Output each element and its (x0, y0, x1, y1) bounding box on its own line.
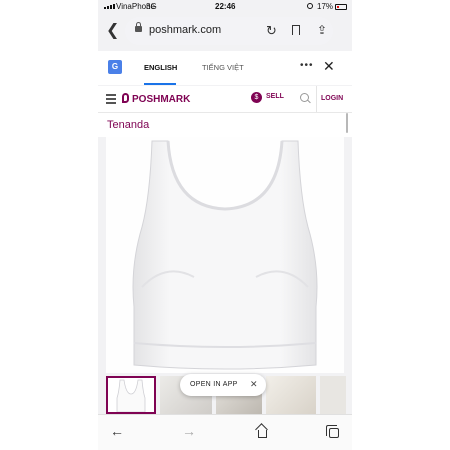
reload-icon[interactable]: ↻ (266, 23, 277, 39)
clock: 22:46 (215, 2, 236, 11)
scrollbar[interactable] (346, 113, 348, 133)
thumbnail-4[interactable] (266, 376, 316, 414)
signal-icon (104, 4, 115, 9)
translate-bar: G ENGLISH TIẾNG VIỆT ••• ✕ (98, 51, 352, 85)
tank-top-illustration (132, 140, 318, 370)
phone-screen: VinaPhone 3G 22:46 17% ❮ poshmark.com ↻ … (98, 0, 352, 450)
thumbnail-5[interactable] (320, 376, 346, 414)
share-icon[interactable]: ⇪ (317, 23, 327, 37)
bottom-toolbar: ← → (98, 414, 352, 450)
home-icon[interactable] (258, 430, 267, 438)
active-tab-indicator (144, 83, 176, 85)
poshmark-logo[interactable]: POSHMARK (122, 93, 190, 105)
logo-text: POSHMARK (132, 94, 191, 105)
more-icon[interactable]: ••• (300, 60, 314, 71)
bookmark-icon[interactable] (292, 25, 300, 35)
back-icon[interactable]: ❮ (106, 23, 119, 39)
site-header: POSHMARK $ SELL LOGIN (98, 86, 352, 113)
sell-button[interactable]: SELL (266, 93, 284, 100)
thumbnail-1[interactable] (106, 376, 156, 414)
tab-vietnamese[interactable]: TIẾNG VIỆT (202, 63, 244, 72)
status-bar: VinaPhone 3G 22:46 17% (98, 0, 352, 14)
address-bar: ❮ poshmark.com ↻ ⇪ (98, 17, 352, 45)
nav-forward-icon[interactable]: → (182, 423, 196, 439)
google-translate-icon: G (108, 60, 122, 74)
url-text: poshmark.com (149, 24, 222, 36)
listing-title: Tenanda (107, 119, 150, 131)
network-type: 3G (146, 2, 157, 11)
product-image[interactable] (106, 137, 344, 373)
open-in-app-banner[interactable]: OPEN IN APP ✕ (180, 374, 266, 396)
menu-icon[interactable] (106, 94, 116, 106)
dismiss-open-in-app-icon[interactable]: ✕ (250, 379, 258, 390)
alarm-icon (307, 3, 313, 9)
sell-icon[interactable]: $ (251, 92, 262, 103)
open-in-app-label[interactable]: OPEN IN APP (190, 381, 238, 388)
nav-back-icon[interactable]: ← (110, 423, 124, 439)
battery-icon (335, 4, 347, 10)
search-icon[interactable] (300, 93, 309, 102)
close-icon[interactable]: ✕ (323, 58, 335, 75)
tab-english[interactable]: ENGLISH (144, 63, 177, 72)
listing-title-bar: Tenanda (98, 113, 352, 137)
thumbnail-tank-top (116, 379, 146, 412)
login-button[interactable]: LOGIN (321, 95, 343, 102)
lock-icon (135, 22, 142, 32)
header-divider (316, 86, 317, 112)
tabs-icon[interactable] (326, 425, 339, 438)
url-field[interactable]: poshmark.com ↻ ⇪ (125, 17, 333, 45)
poshmark-logo-icon (122, 93, 129, 103)
battery-percent: 17% (317, 2, 334, 11)
